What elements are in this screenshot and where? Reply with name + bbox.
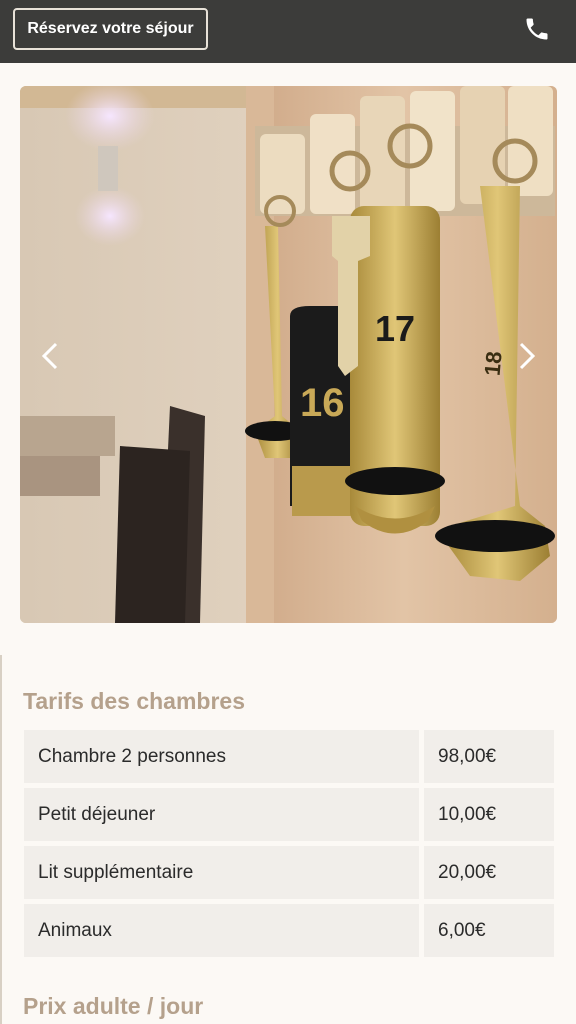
svg-text:16: 16 (300, 381, 345, 425)
rate-label: Chambre 2 personnes (24, 730, 419, 783)
rate-label: Lit supplémentaire (24, 846, 419, 899)
left-edge-divider (0, 655, 2, 1024)
table-row: Lit supplémentaire 20,00€ (24, 846, 554, 899)
photo-carousel[interactable]: 16 17 18 (20, 86, 557, 623)
keys-photo: 16 17 18 (20, 86, 557, 623)
chevron-left-icon (41, 342, 58, 370)
table-row: Animaux 6,00€ (24, 904, 554, 957)
svg-text:17: 17 (375, 308, 415, 349)
carousel-next-button[interactable] (509, 336, 545, 376)
book-stay-button[interactable]: Réservez votre séjour (13, 8, 208, 50)
chevron-right-icon (519, 342, 536, 370)
rate-price: 20,00€ (424, 846, 554, 899)
phone-button[interactable] (518, 12, 556, 46)
svg-text:18: 18 (480, 350, 507, 377)
table-row: Chambre 2 personnes 98,00€ (24, 730, 554, 783)
top-bar: Réservez votre séjour (0, 0, 576, 63)
phone-icon (526, 18, 548, 40)
rate-label: Animaux (24, 904, 419, 957)
adult-price-title: Prix adulte / jour (23, 993, 204, 1019)
rate-price: 98,00€ (424, 730, 554, 783)
carousel-prev-button[interactable] (32, 336, 68, 376)
rate-label: Petit déjeuner (24, 788, 419, 841)
table-row: Petit déjeuner 10,00€ (24, 788, 554, 841)
rate-price: 10,00€ (424, 788, 554, 841)
rate-price: 6,00€ (424, 904, 554, 957)
rates-title: Tarifs des chambres (23, 688, 246, 714)
rates-table: Chambre 2 personnes 98,00€ Petit déjeune… (24, 730, 554, 962)
